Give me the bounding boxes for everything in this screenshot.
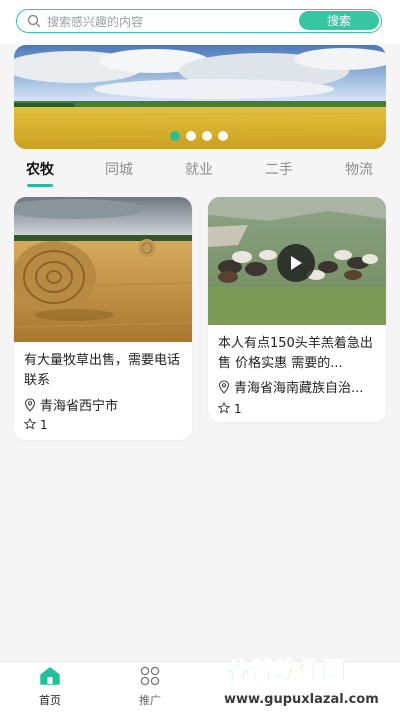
- post-favorites[interactable]: 1: [218, 402, 242, 416]
- post-location-text: 青海省海南藏族自治...: [234, 381, 364, 396]
- carousel-dot[interactable]: [170, 131, 180, 141]
- play-button[interactable]: [277, 244, 315, 282]
- tab-ershou[interactable]: 二手: [265, 159, 293, 179]
- play-icon: [291, 256, 302, 270]
- carousel-indicator: [170, 131, 228, 141]
- post-card[interactable]: 本人有点150头羊羔着急出售 价格实惠 需要的... 青海省海南藏族自治... …: [208, 197, 386, 422]
- tab-tongcheng[interactable]: 同城: [105, 159, 133, 179]
- search-button[interactable]: 搜索: [299, 11, 379, 30]
- search-input[interactable]: [45, 12, 314, 32]
- nav-home[interactable]: 首页: [15, 666, 85, 708]
- location-pin-icon: [24, 398, 36, 412]
- location-pin-icon: [218, 380, 230, 394]
- nav-promote[interactable]: 推广: [115, 666, 185, 708]
- tab-jiuye[interactable]: 就业: [185, 159, 213, 179]
- grid-icon: [140, 666, 160, 686]
- post-image-hay: [14, 197, 192, 342]
- watermark-url: www.gupuxlazal.com: [224, 692, 379, 707]
- nav-home-label: 首页: [39, 694, 61, 707]
- post-title: 有大量牧草出售，需要电话联系: [24, 353, 181, 388]
- tab-wuliu[interactable]: 物流: [345, 159, 373, 179]
- site-watermark: 谷普软件园 www.gupuxlazal.com: [224, 657, 379, 707]
- search-icon: [27, 14, 41, 28]
- post-favorites-count: 1: [234, 402, 242, 416]
- carousel-dot[interactable]: [202, 131, 212, 141]
- nav-promote-label: 推广: [139, 694, 161, 707]
- carousel-dot[interactable]: [186, 131, 196, 141]
- star-icon: [218, 402, 230, 414]
- post-card[interactable]: 有大量牧草出售，需要电话联系 青海省西宁市 1: [14, 197, 192, 440]
- post-location: 青海省西宁市: [24, 395, 182, 414]
- post-location-text: 青海省西宁市: [40, 399, 119, 414]
- search-bar: 搜索: [16, 9, 382, 33]
- category-tabs: 农牧 同城 就业 二手 物流: [0, 155, 400, 191]
- active-tab-indicator: [27, 184, 53, 187]
- star-icon: [24, 418, 36, 430]
- post-title: 本人有点150头羊羔着急出售 价格实惠 需要的...: [218, 336, 373, 371]
- post-favorites[interactable]: 1: [24, 418, 48, 432]
- top-bar: 搜索: [0, 0, 400, 44]
- tab-nongmu[interactable]: 农牧: [26, 159, 54, 179]
- watermark-title: 谷普软件园: [226, 657, 346, 685]
- carousel-dot[interactable]: [218, 131, 228, 141]
- post-location: 青海省海南藏族自治...: [218, 377, 376, 396]
- post-favorites-count: 1: [40, 418, 48, 432]
- home-icon: [40, 667, 60, 685]
